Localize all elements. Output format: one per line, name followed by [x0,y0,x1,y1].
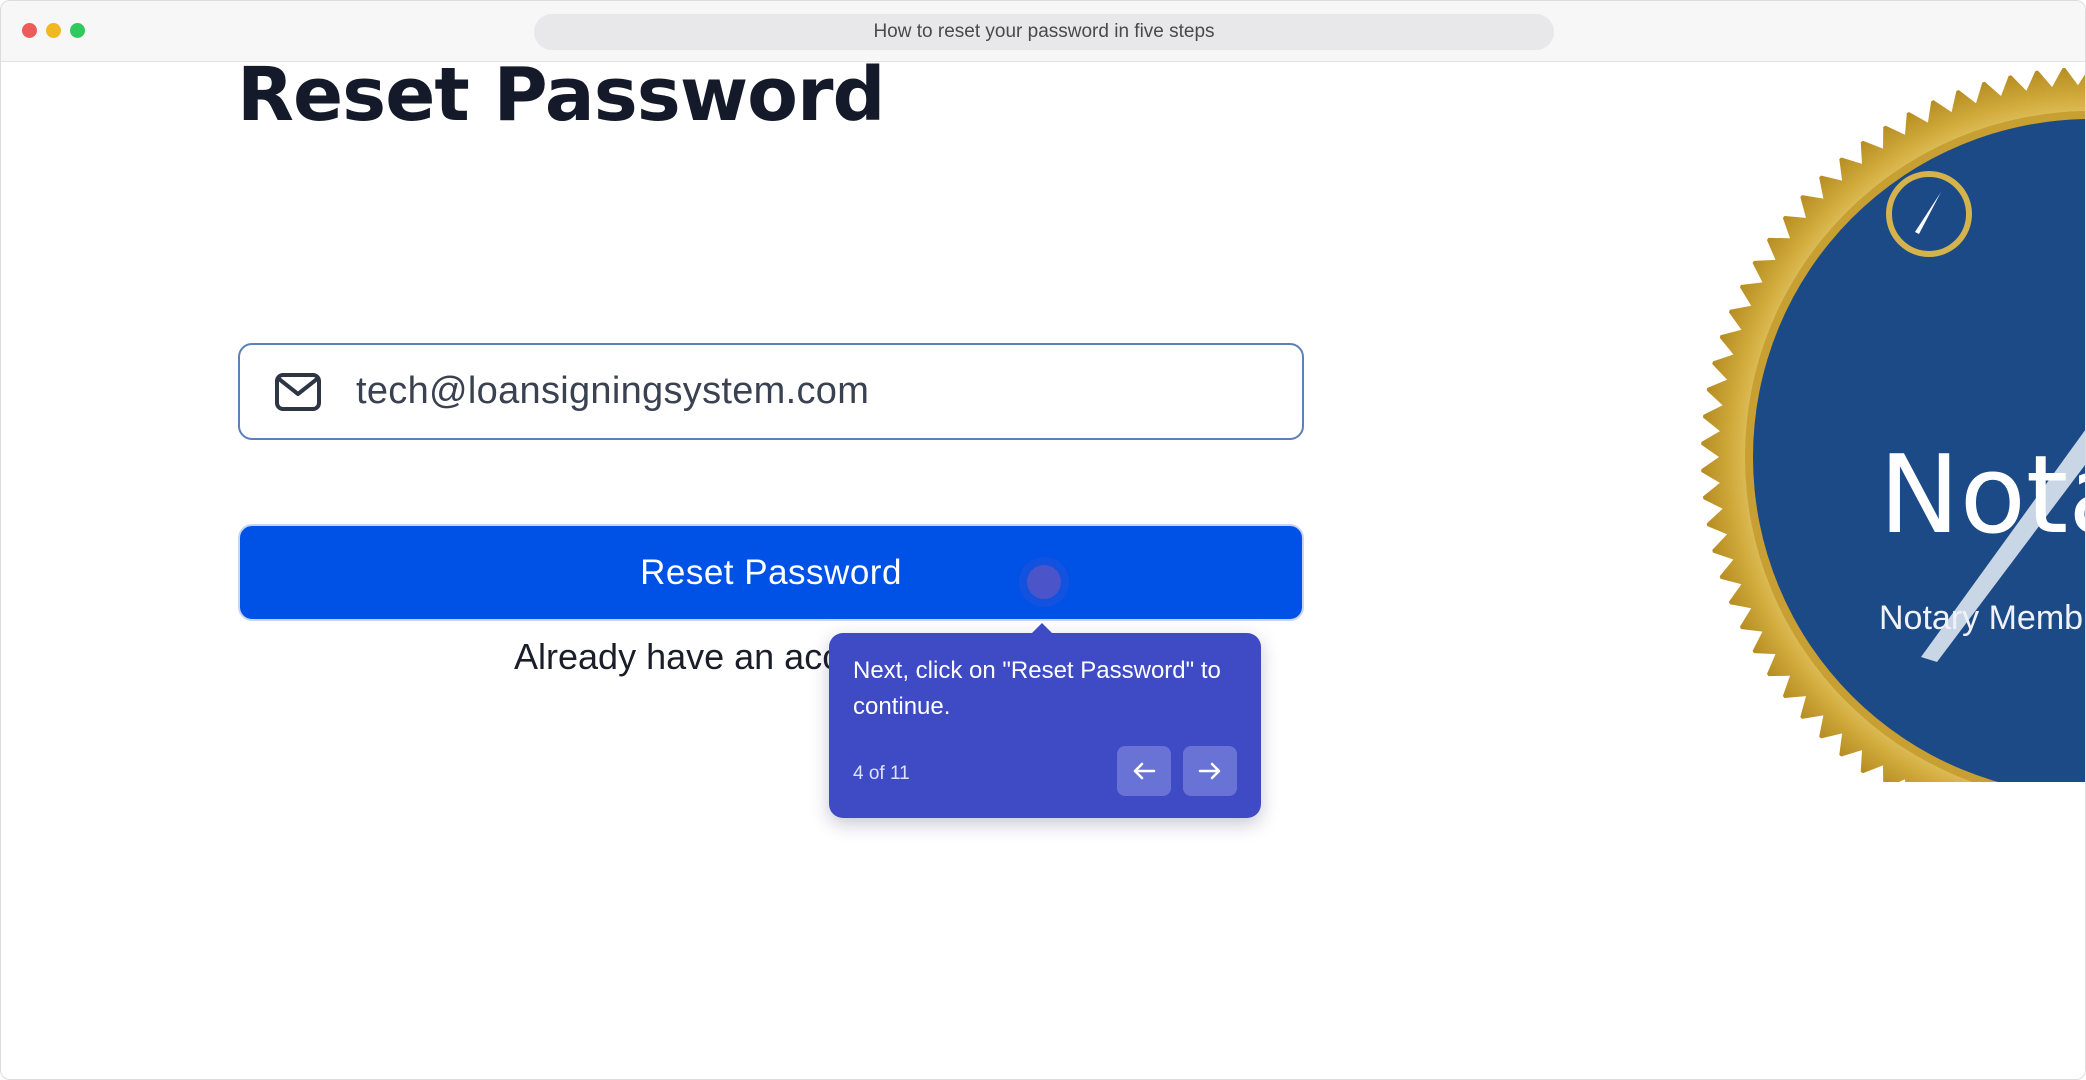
minimize-window-button[interactable] [46,23,61,38]
notary-seal-image: Nota Notary Memb [1701,62,2085,782]
title-bar: How to reset your password in five steps [1,1,2085,62]
page-title: Reset Password [237,62,885,132]
address-bar[interactable]: How to reset your password in five steps [534,14,1554,50]
email-value: tech@loansigningsystem.com [356,370,870,412]
seal-text-small: Notary Memb [1879,599,2083,637]
tooltip-text: Next, click on "Reset Password" to conti… [853,657,1221,720]
page-viewport: Reset Password tech@loansigningsystem.co… [1,62,2085,1079]
signin-prompt[interactable]: Already have an acc [514,636,840,678]
next-step-button[interactable] [1183,746,1237,796]
close-window-button[interactable] [22,23,37,38]
maximize-window-button[interactable] [70,23,85,38]
email-field[interactable]: tech@loansigningsystem.com [238,343,1304,440]
seal-text-large: Nota [1879,433,2085,558]
walkthrough-tooltip: Next, click on "Reset Password" to conti… [829,623,1261,818]
arrow-left-icon [1133,762,1156,780]
envelope-icon [274,372,324,412]
arrow-right-icon [1198,762,1221,780]
reset-password-button[interactable]: Reset Password [238,524,1304,621]
click-target-marker [1027,565,1061,599]
browser-window: How to reset your password in five steps… [0,0,2086,1080]
step-counter: 4 of 11 [853,763,910,784]
previous-step-button[interactable] [1117,746,1171,796]
